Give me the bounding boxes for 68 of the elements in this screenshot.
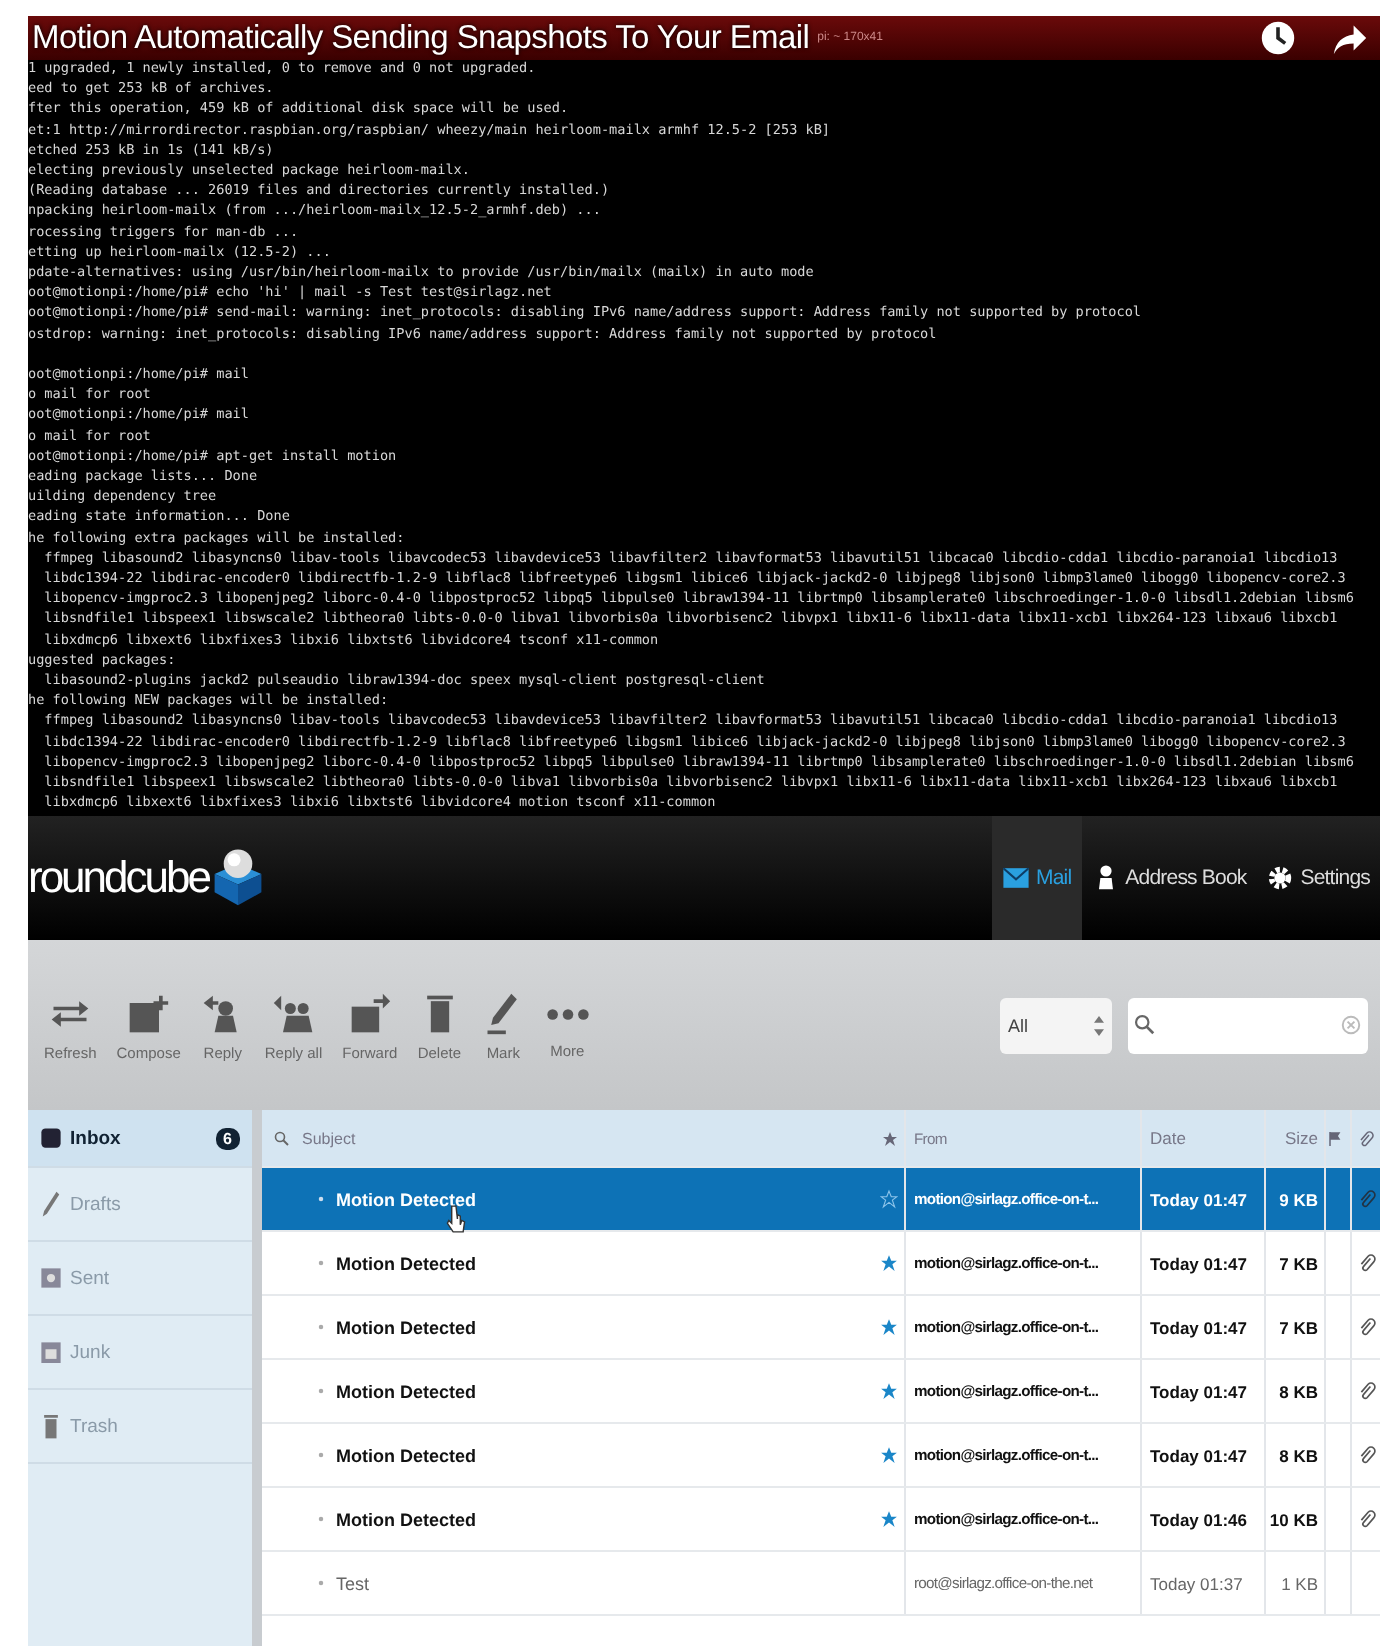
message-subject: Motion Detected [336,1445,477,1465]
share-icon[interactable] [1332,20,1368,56]
message-subject: Motion Detected [336,1317,477,1337]
message-size: 7 KB [1279,1317,1318,1337]
folder-item[interactable]: Junk [28,1316,252,1390]
folder-item[interactable]: Inbox 6 [28,1110,252,1168]
folder-item[interactable]: Trash [28,1390,252,1464]
video-title: Motion Automatically Sending Snapshots To Your Email [32,19,810,57]
bullet-icon [318,1324,324,1330]
star-icon[interactable] [880,1444,898,1466]
column-header[interactable]: Subject [302,1129,356,1147]
message-date: Today 01:46 [1150,1509,1248,1529]
flag-icon[interactable] [1326,1129,1342,1147]
inbox-folder-icon [40,1124,62,1152]
forward-icon [347,989,392,1037]
column-header[interactable]: Size [1284,1128,1318,1148]
message-subject: Motion Detected [336,1189,477,1209]
message-date: Today 01:47 [1150,1381,1248,1401]
gear-icon [1266,862,1295,894]
envelope-icon [1002,862,1031,894]
message-size: 9 KB [1279,1189,1318,1209]
star-icon[interactable] [880,1316,898,1338]
message-size: 10 KB [1269,1509,1318,1529]
bullet-icon [318,1196,324,1202]
star-icon[interactable] [881,1129,897,1147]
nav-tab[interactable]: Settings [1256,816,1380,940]
bullet-icon [318,1452,324,1458]
nav-tab[interactable]: Address Book [1081,816,1257,940]
star-icon[interactable] [880,1380,898,1402]
search-field[interactable] [1128,997,1368,1053]
message-subject: Motion Detected [336,1509,477,1529]
message-date: Today 01:47 [1150,1189,1248,1209]
trash-folder-icon [40,1412,62,1440]
message-subject: Motion Detected [336,1381,477,1401]
search-icon[interactable] [274,1129,290,1147]
updown-arrows-icon [1094,1015,1104,1035]
star-icon[interactable] [880,1252,898,1274]
folder-item[interactable]: Drafts [28,1168,252,1242]
bullet-icon [318,1388,324,1394]
drafts-folder-icon [40,1190,62,1218]
bullet-icon [318,1580,324,1586]
junk-folder-icon [40,1338,62,1366]
message-size: 8 KB [1279,1381,1318,1401]
message-size: 7 KB [1279,1253,1318,1273]
search-icon [1134,1014,1156,1036]
app-logo[interactable]: roundcube [28,852,209,904]
message-date: Today 01:37 [1150,1573,1243,1593]
message-date: Today 01:47 [1150,1445,1248,1465]
message-date: Today 01:47 [1150,1317,1248,1337]
bullet-icon [318,1260,324,1266]
message-date: Today 01:47 [1150,1253,1248,1273]
nav-tab[interactable]: Mail [992,816,1082,940]
star-icon[interactable] [880,1188,898,1210]
message-subject: Motion Detected [336,1253,477,1273]
bullet-icon [318,1516,324,1522]
paperclip-icon[interactable] [1358,1129,1374,1147]
mouse-pointer-icon [446,1204,466,1234]
message-size: 8 KB [1279,1445,1318,1465]
sent-folder-icon [40,1264,62,1292]
more-icon [545,1007,590,1021]
unread-count: 6 [215,1127,240,1149]
filter-select[interactable]: All [1000,997,1112,1053]
clock-icon[interactable] [1260,20,1296,56]
folder-item[interactable]: Sent [28,1242,252,1316]
message-size: 1 KB [1281,1573,1318,1593]
column-header[interactable]: Date [1150,1128,1186,1148]
star-icon[interactable] [880,1508,898,1530]
message-subject: Test [336,1573,370,1593]
